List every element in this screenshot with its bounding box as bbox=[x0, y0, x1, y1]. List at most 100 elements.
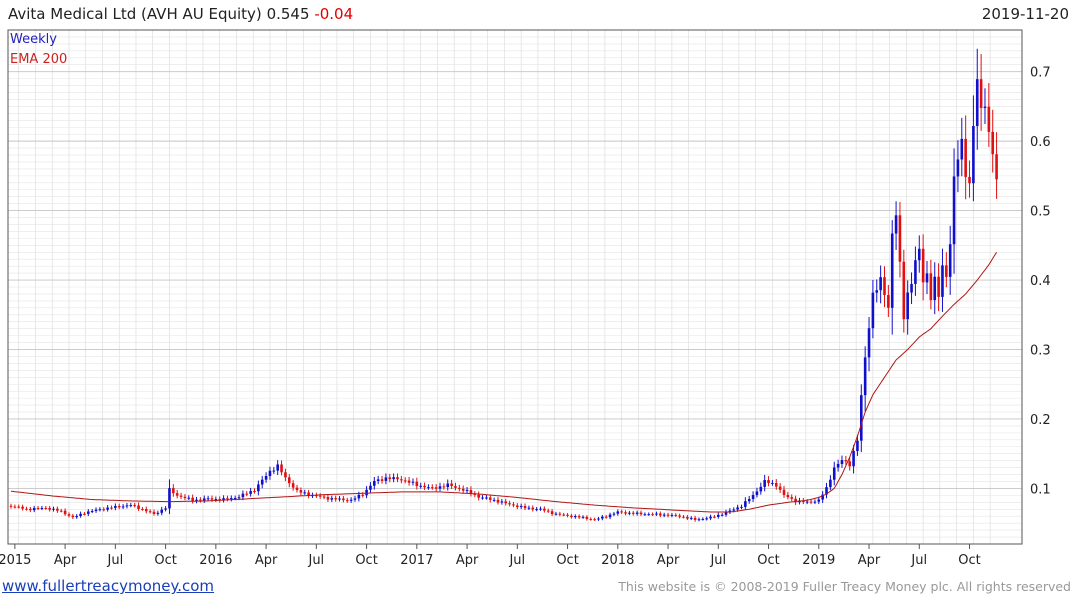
candle-body bbox=[604, 516, 608, 518]
candle-body bbox=[871, 292, 875, 329]
candle-body bbox=[264, 476, 268, 480]
candle-body bbox=[52, 508, 55, 510]
candle-body bbox=[90, 511, 94, 513]
y-tick-label: 0.5 bbox=[1030, 205, 1051, 220]
candle-body bbox=[720, 514, 724, 516]
candle-body bbox=[137, 505, 140, 509]
candle-body bbox=[740, 506, 743, 508]
candle-body bbox=[921, 248, 925, 283]
candle-body bbox=[964, 138, 967, 177]
candle-body bbox=[887, 295, 890, 308]
candle-body bbox=[400, 479, 403, 481]
candle-body bbox=[979, 79, 983, 108]
candle-body bbox=[117, 506, 121, 508]
candle-body bbox=[573, 516, 577, 518]
candle-body bbox=[689, 517, 693, 519]
candle-body bbox=[299, 490, 303, 493]
candle-body bbox=[589, 518, 593, 520]
candle-body bbox=[164, 508, 167, 510]
candle-body bbox=[581, 516, 585, 518]
candle-body bbox=[13, 506, 17, 508]
candle-body bbox=[693, 517, 697, 520]
candle-body bbox=[373, 480, 376, 486]
x-tick-label: Apr bbox=[657, 553, 680, 568]
x-tick-label: 2019 bbox=[802, 553, 835, 568]
candle-body bbox=[361, 494, 365, 496]
candle-body bbox=[403, 480, 407, 482]
candle-body bbox=[620, 511, 623, 513]
candle-body bbox=[83, 513, 86, 515]
candle-body bbox=[643, 514, 647, 516]
candle-body bbox=[353, 498, 357, 500]
candle-body bbox=[558, 513, 562, 515]
candle-body bbox=[713, 516, 716, 518]
candle-body bbox=[25, 508, 28, 510]
candle-body bbox=[322, 496, 326, 498]
candle-body bbox=[191, 497, 194, 502]
chart-title: Avita Medical Ltd (AVH AU Equity) 0.545 … bbox=[8, 5, 353, 23]
candle-body bbox=[175, 493, 179, 496]
candle-body bbox=[863, 357, 867, 396]
candle-body bbox=[562, 514, 565, 516]
candle-body bbox=[585, 516, 589, 519]
candle-body bbox=[987, 106, 991, 132]
candle-body bbox=[481, 497, 484, 499]
candle-body bbox=[63, 510, 67, 515]
candle-body bbox=[995, 154, 998, 180]
candle-body bbox=[144, 509, 148, 512]
legend-ema: EMA 200 bbox=[10, 52, 68, 67]
candle-body bbox=[106, 507, 109, 510]
candle-body bbox=[662, 514, 666, 516]
x-tick-label: Apr bbox=[456, 553, 479, 568]
candle-body bbox=[237, 497, 241, 499]
candle-body bbox=[187, 497, 191, 499]
candle-body bbox=[902, 261, 906, 320]
candle-body bbox=[832, 467, 836, 480]
candle-body bbox=[465, 489, 469, 491]
candle-body bbox=[774, 482, 778, 487]
candle-body bbox=[519, 505, 523, 508]
candle-body bbox=[639, 512, 643, 515]
candle-body bbox=[550, 511, 554, 515]
candle-body bbox=[805, 501, 809, 503]
candle-body bbox=[318, 495, 322, 497]
candle-body bbox=[840, 460, 844, 464]
y-tick-label: 0.2 bbox=[1030, 413, 1051, 428]
candle-body bbox=[543, 508, 546, 511]
candle-body bbox=[527, 507, 531, 509]
candle-body bbox=[230, 498, 233, 500]
candle-body bbox=[554, 513, 558, 515]
candle-body bbox=[214, 499, 218, 501]
candle-body bbox=[948, 244, 952, 277]
candle-body bbox=[655, 513, 658, 515]
candle-body bbox=[257, 484, 260, 492]
x-tick-label: Apr bbox=[858, 553, 881, 568]
x-axis-labels: 2015 Apr Jul Oct 2016 Apr Jul Oct 2017 Apr Jul Oct 2… bbox=[0, 544, 981, 568]
candle-body bbox=[415, 481, 419, 487]
x-tick-label: Oct bbox=[757, 553, 779, 568]
candle-body bbox=[388, 477, 392, 480]
candle-body bbox=[141, 508, 144, 510]
candle-body bbox=[914, 260, 917, 284]
x-tick-label: Apr bbox=[54, 553, 77, 568]
website-link[interactable]: www.fullertreacymoney.com bbox=[2, 577, 214, 595]
candle-body bbox=[678, 515, 681, 517]
candle-body bbox=[906, 292, 909, 320]
candle-body bbox=[357, 494, 361, 499]
candle-body bbox=[202, 498, 206, 501]
candle-body bbox=[786, 494, 790, 498]
candle-body bbox=[133, 505, 136, 507]
y-tick-label: 0.3 bbox=[1030, 344, 1051, 359]
candle-body bbox=[148, 511, 152, 513]
candle-body bbox=[423, 485, 426, 488]
candle-body bbox=[32, 508, 36, 511]
candle-body bbox=[268, 470, 272, 477]
x-tick-label: Apr bbox=[255, 553, 278, 568]
candle-body bbox=[809, 501, 813, 503]
candle-body bbox=[523, 505, 527, 509]
candle-body bbox=[125, 505, 129, 507]
candle-body bbox=[732, 509, 736, 511]
candle-body bbox=[697, 519, 701, 521]
candle-body bbox=[129, 505, 133, 507]
candle-body bbox=[114, 506, 117, 508]
